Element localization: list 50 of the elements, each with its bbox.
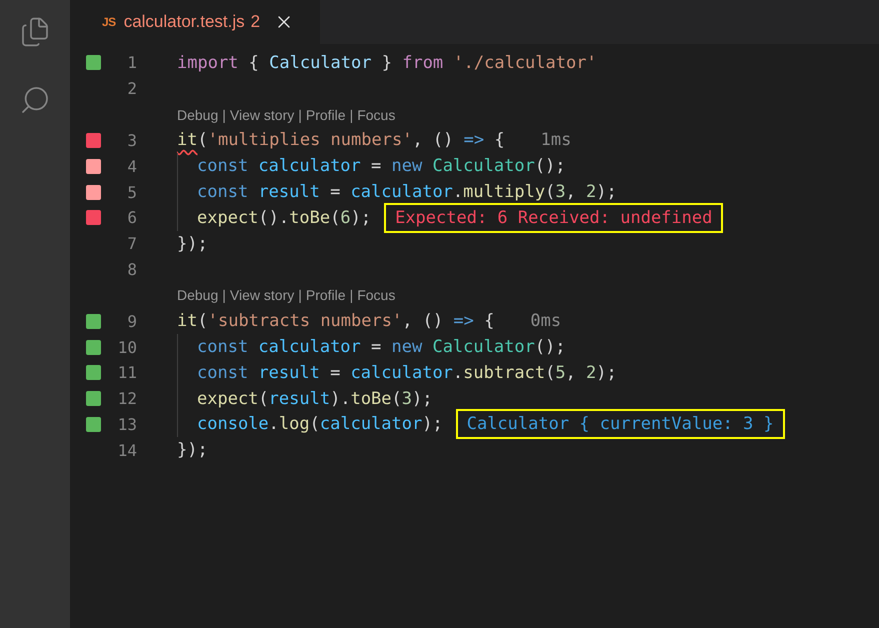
editor-tab[interactable]: JS calculator.test.js 2 <box>70 0 320 44</box>
line-number: 4 <box>126 156 137 176</box>
codelens-link[interactable]: Profile <box>306 106 346 123</box>
codelens-link[interactable]: View story <box>230 106 294 123</box>
code-text: }); <box>177 234 208 254</box>
separator: | <box>350 106 354 123</box>
line-number: 5 <box>126 182 137 202</box>
problem-count: 2 <box>250 12 260 32</box>
file-type-icon: JS <box>102 15 116 29</box>
codelens-link[interactable]: Debug <box>177 287 218 304</box>
separator: | <box>298 106 302 123</box>
tab-filename: calculator.test.js <box>124 12 245 32</box>
line-number: 7 <box>126 234 137 254</box>
code-text: it('subtracts numbers', () => { <box>177 311 494 332</box>
line-number: 10 <box>116 338 137 357</box>
line-number: 3 <box>126 130 137 150</box>
line-number: 6 <box>126 208 137 228</box>
code-text: const calculator = new Calculator(); <box>197 156 566 176</box>
line-number: 9 <box>126 312 137 331</box>
codelens-link[interactable]: Debug <box>177 106 218 123</box>
line-number: 2 <box>126 79 137 98</box>
code-text: import { Calculator } from './calculator' <box>177 52 597 73</box>
line-number: 13 <box>116 414 137 434</box>
separator: | <box>222 287 226 304</box>
code-text: console.log(calculator); <box>197 414 443 434</box>
inline-result: Calculator { currentValue: 3 } <box>456 409 785 440</box>
codelens-link[interactable]: View story <box>230 287 294 304</box>
code-text: const calculator = new Calculator(); <box>197 337 566 358</box>
line-number: 14 <box>116 440 137 460</box>
separator: | <box>350 287 354 304</box>
line-number: 11 <box>116 363 137 382</box>
separator: | <box>222 106 226 123</box>
test-duration: 1ms <box>540 130 572 150</box>
code-text: }); <box>177 440 208 460</box>
search-icon[interactable] <box>19 84 51 116</box>
codelens-link[interactable]: Focus <box>357 106 396 123</box>
line-number: 8 <box>126 260 137 279</box>
files-icon[interactable] <box>19 16 51 48</box>
inline-result: Expected: 6 Received: undefined <box>384 202 724 233</box>
codelens-link[interactable]: Focus <box>357 287 396 304</box>
separator: | <box>298 287 302 304</box>
code-text: const result = calculator.multiply(3, 2); <box>197 182 617 202</box>
line-number: 1 <box>126 53 137 72</box>
code-text: const result = calculator.subtract(5, 2); <box>197 362 617 383</box>
code-text: expect().toBe(6); <box>197 208 372 228</box>
test-duration: 0ms <box>530 311 562 332</box>
codelens-link[interactable]: Profile <box>306 287 346 304</box>
code-text: it('multiplies numbers', () => { <box>177 130 505 150</box>
code-text: expect(result).toBe(3); <box>197 388 433 409</box>
line-number: 12 <box>116 389 137 408</box>
